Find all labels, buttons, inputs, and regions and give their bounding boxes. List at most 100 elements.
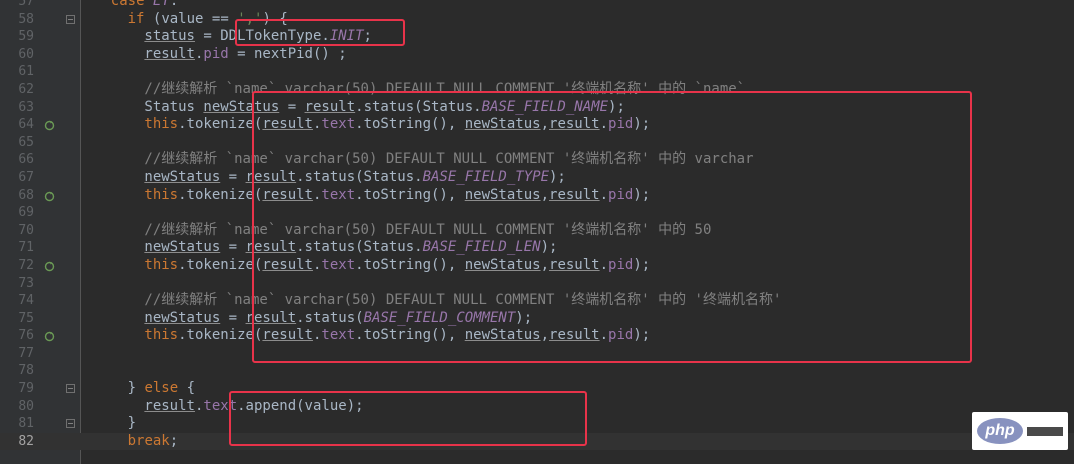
recursive-call-icon[interactable] [44, 190, 55, 201]
recursive-call-icon[interactable] [44, 260, 55, 272]
code-token: , [540, 256, 550, 273]
code-line[interactable]: 63 Status newStatus = result.status(Statu… [0, 99, 1074, 117]
code-token: result [549, 116, 600, 133]
code-line[interactable]: 76 this.tokenize(result.text.toString(), … [0, 327, 1074, 345]
code-line[interactable]: 81} [0, 415, 1074, 433]
code-token: ); [608, 98, 625, 115]
code-text: newStatus = result.status(Status.BASE_FI… [144, 239, 557, 257]
code-token: this [144, 116, 179, 133]
line-number: 58 [18, 11, 34, 27]
code-line[interactable]: 61 [0, 63, 1074, 81]
code-token: status [144, 28, 195, 45]
watermark-text-bar [1027, 427, 1063, 436]
code-token: .tokenize( [178, 256, 263, 273]
code-token: BASE_FIELD_LEN [422, 239, 541, 256]
code-line[interactable]: 74 //继续解析 `name` varchar(50) DEFAULT NULL… [0, 292, 1074, 310]
code-token: //继续解析 `name` varchar(50) DEFAULT NULL C… [144, 151, 754, 168]
line-number: 79 [18, 381, 34, 397]
code-token: .status(Status. [296, 168, 423, 185]
code-text: result.text.append(value); [144, 398, 363, 416]
code-line[interactable]: 79} else { [0, 380, 1074, 398]
code-line[interactable]: 58 if (value == ',') { [0, 11, 1074, 29]
code-line[interactable]: 59 status = DDLTokenType.INIT; [0, 28, 1074, 46]
code-line[interactable]: 72 this.tokenize(result.text.toString(), … [0, 257, 1074, 275]
recursive-call-icon[interactable] [44, 119, 55, 131]
code-token: result [262, 327, 313, 344]
code-token: pid [608, 116, 634, 133]
code-line[interactable]: 71 newStatus = result.status(Status.BASE_… [0, 239, 1074, 257]
code-token: . [599, 116, 609, 133]
code-text: result.pid = nextPid() ; [144, 46, 346, 64]
code-line[interactable]: 64 this.tokenize(result.text.toString(), … [0, 116, 1074, 134]
code-token: = [220, 239, 246, 256]
code-text: //继续解析 `name` varchar(50) DEFAULT NULL C… [144, 292, 781, 310]
code-token: ); [633, 186, 651, 203]
code-line[interactable]: 82 break; [0, 432, 1074, 451]
code-token: = [220, 309, 246, 326]
code-token: result [549, 327, 600, 344]
code-token: .tokenize( [178, 186, 263, 203]
code-token: , [540, 186, 550, 203]
line-number: 73 [18, 275, 34, 291]
line-number: 68 [18, 187, 34, 203]
code-token: ); [633, 327, 651, 344]
line-number: 77 [18, 345, 34, 361]
code-token: = [220, 168, 246, 185]
code-token: //继续解析 `name` varchar(50) DEFAULT NULL C… [144, 292, 782, 309]
fold-toggle-icon[interactable] [66, 384, 75, 394]
code-token: result [549, 186, 600, 203]
code-token: .toString(), [355, 327, 465, 344]
code-line[interactable]: 57 case ET: [0, 0, 1074, 11]
line-number: 59 [18, 29, 34, 45]
code-token: .tokenize( [178, 116, 263, 133]
code-token: break [127, 432, 170, 449]
code-token: case [110, 0, 153, 9]
code-text: status = DDLTokenType.INIT; [144, 28, 372, 46]
code-token: result [262, 186, 313, 203]
code-line[interactable]: 78 [0, 362, 1074, 380]
code-token: this [144, 327, 179, 344]
code-lines[interactable]: 57 case ET: 58 if (value == ',') {59 status … [0, 0, 1074, 451]
line-number: 80 [18, 398, 34, 414]
code-token: BASE_FIELD_NAME [481, 98, 609, 115]
code-line[interactable]: 75 newStatus = result.status(BASE_FIELD_C… [0, 310, 1074, 328]
code-token: .toString(), [355, 186, 465, 203]
code-token: result [304, 98, 356, 115]
code-token: result [262, 256, 313, 273]
code-token: ); [540, 239, 558, 256]
code-token: .status(Status. [355, 98, 482, 115]
recursive-call-icon[interactable] [44, 330, 55, 342]
code-text: newStatus = result.status(Status.BASE_FI… [144, 169, 565, 187]
code-editor[interactable]: 57 case ET: 58 if (value == ',') {59 status … [0, 0, 1074, 464]
code-token: (value == [152, 10, 238, 27]
code-token: ; [169, 432, 179, 449]
code-line[interactable]: 66 //继续解析 `name` varchar(50) DEFAULT NULL… [0, 151, 1074, 169]
code-text: //继续解析 `name` varchar(50) DEFAULT NULL C… [144, 81, 745, 99]
code-token: BASE_FIELD_TYPE [422, 168, 549, 185]
code-line[interactable]: 65 [0, 134, 1074, 152]
code-line[interactable]: 60 result.pid = nextPid() ; [0, 46, 1074, 64]
code-token: text [321, 327, 356, 344]
code-line[interactable]: 73 [0, 275, 1074, 293]
code-line[interactable]: 80 result.text.append(value); [0, 398, 1074, 416]
code-token: . [599, 256, 609, 273]
code-token: .toString(), [355, 116, 465, 133]
line-number: 60 [18, 46, 34, 62]
code-token: .status( [296, 309, 364, 326]
code-token: result [245, 239, 297, 256]
code-token: result [245, 168, 297, 185]
code-line[interactable]: 68 this.tokenize(result.text.toString(), … [0, 187, 1074, 205]
code-line[interactable]: 62 //继续解析 `name` varchar(50) DEFAULT NULL… [0, 81, 1074, 99]
code-token: result [549, 256, 600, 273]
code-text: //继续解析 `name` varchar(50) DEFAULT NULL C… [144, 222, 711, 240]
code-token: . [599, 327, 609, 344]
code-token: pid [608, 327, 634, 344]
fold-toggle-icon[interactable] [66, 14, 75, 24]
code-line[interactable]: 70 //继续解析 `name` varchar(50) DEFAULT NULL… [0, 222, 1074, 240]
code-line[interactable]: 69 [0, 204, 1074, 222]
code-token: : [169, 0, 179, 9]
code-line[interactable]: 77 [0, 345, 1074, 363]
php-logo-watermark: php [972, 412, 1068, 450]
fold-toggle-icon[interactable] [66, 419, 75, 429]
code-line[interactable]: 67 newStatus = result.status(Status.BASE_… [0, 169, 1074, 187]
